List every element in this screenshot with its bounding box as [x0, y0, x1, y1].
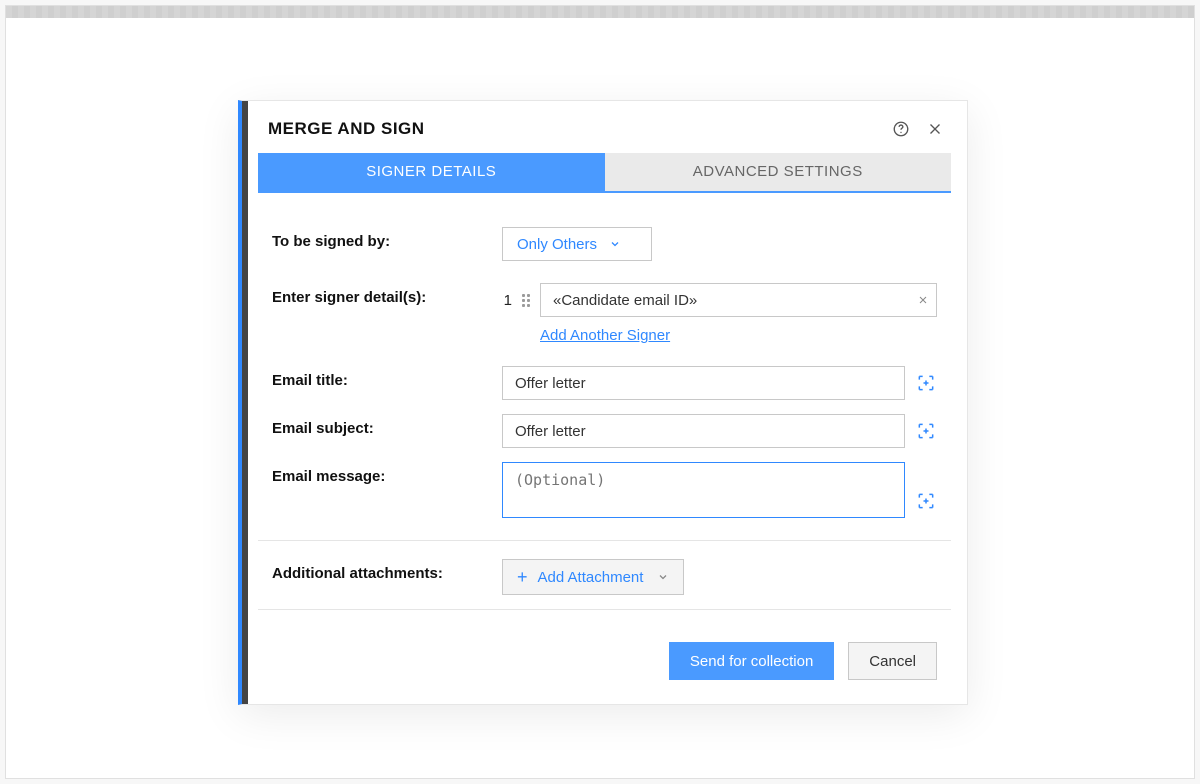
merge-and-sign-dialog: MERGE AND SIGN SIGNER DETAIL: [238, 100, 968, 705]
dialog-accent-bar: [242, 101, 248, 704]
dialog-title: MERGE AND SIGN: [268, 119, 891, 139]
clear-signer-icon[interactable]: [917, 294, 929, 306]
tab-signer-details[interactable]: SIGNER DETAILS: [258, 153, 605, 191]
row-to-be-signed-by: To be signed by: Only Others: [272, 227, 937, 261]
label-enter-signer-details: Enter signer detail(s):: [272, 283, 502, 306]
email-title-input[interactable]: [502, 366, 905, 400]
divider: [258, 609, 951, 610]
email-subject-input[interactable]: [502, 414, 905, 448]
tab-advanced-settings[interactable]: ADVANCED SETTINGS: [605, 153, 952, 191]
chevron-down-icon: [657, 571, 669, 583]
attachments-area: Additional attachments: + Add Attachment: [242, 555, 967, 595]
label-email-subject: Email subject:: [272, 414, 502, 437]
tab-label: SIGNER DETAILS: [366, 163, 496, 180]
signer-email-input[interactable]: [540, 283, 937, 317]
label-email-title: Email title:: [272, 366, 502, 389]
tab-bar: SIGNER DETAILS ADVANCED SETTINGS: [258, 153, 951, 191]
label-email-message: Email message:: [272, 462, 502, 485]
dialog-footer: Send for collection Cancel: [242, 624, 967, 704]
form-area: To be signed by: Only Others Enter signe…: [242, 193, 967, 518]
chevron-down-icon: [609, 238, 621, 250]
cancel-button[interactable]: Cancel: [848, 642, 937, 680]
drag-handle-icon[interactable]: [522, 294, 530, 307]
page-frame: MERGE AND SIGN SIGNER DETAIL: [5, 5, 1195, 779]
close-icon[interactable]: [925, 119, 945, 139]
add-attachment-button[interactable]: + Add Attachment: [502, 559, 684, 595]
tab-label: ADVANCED SETTINGS: [693, 163, 863, 180]
signer-index: 1: [502, 292, 512, 309]
row-email-subject: Email subject:: [272, 414, 937, 448]
help-icon[interactable]: [891, 119, 911, 139]
row-email-title: Email title:: [272, 366, 937, 400]
label-to-be-signed-by: To be signed by:: [272, 227, 502, 250]
email-message-textarea[interactable]: [502, 462, 905, 518]
signer-type-select[interactable]: Only Others: [502, 227, 652, 261]
add-attachment-label: Add Attachment: [538, 569, 644, 586]
plus-icon: +: [517, 567, 528, 588]
label-additional-attachments: Additional attachments:: [272, 559, 502, 582]
insert-field-icon[interactable]: [915, 490, 937, 512]
add-another-signer-link[interactable]: Add Another Signer: [540, 327, 670, 344]
send-for-collection-button[interactable]: Send for collection: [669, 642, 834, 680]
insert-field-icon[interactable]: [915, 372, 937, 394]
signer-type-value: Only Others: [517, 236, 597, 253]
row-enter-signer-details: Enter signer detail(s): 1: [272, 283, 937, 344]
row-email-message: Email message:: [272, 462, 937, 518]
decorative-top-band: [6, 6, 1194, 18]
divider: [258, 540, 951, 541]
row-additional-attachments: Additional attachments: + Add Attachment: [272, 559, 937, 595]
dialog-header: MERGE AND SIGN: [242, 101, 967, 153]
insert-field-icon[interactable]: [915, 420, 937, 442]
